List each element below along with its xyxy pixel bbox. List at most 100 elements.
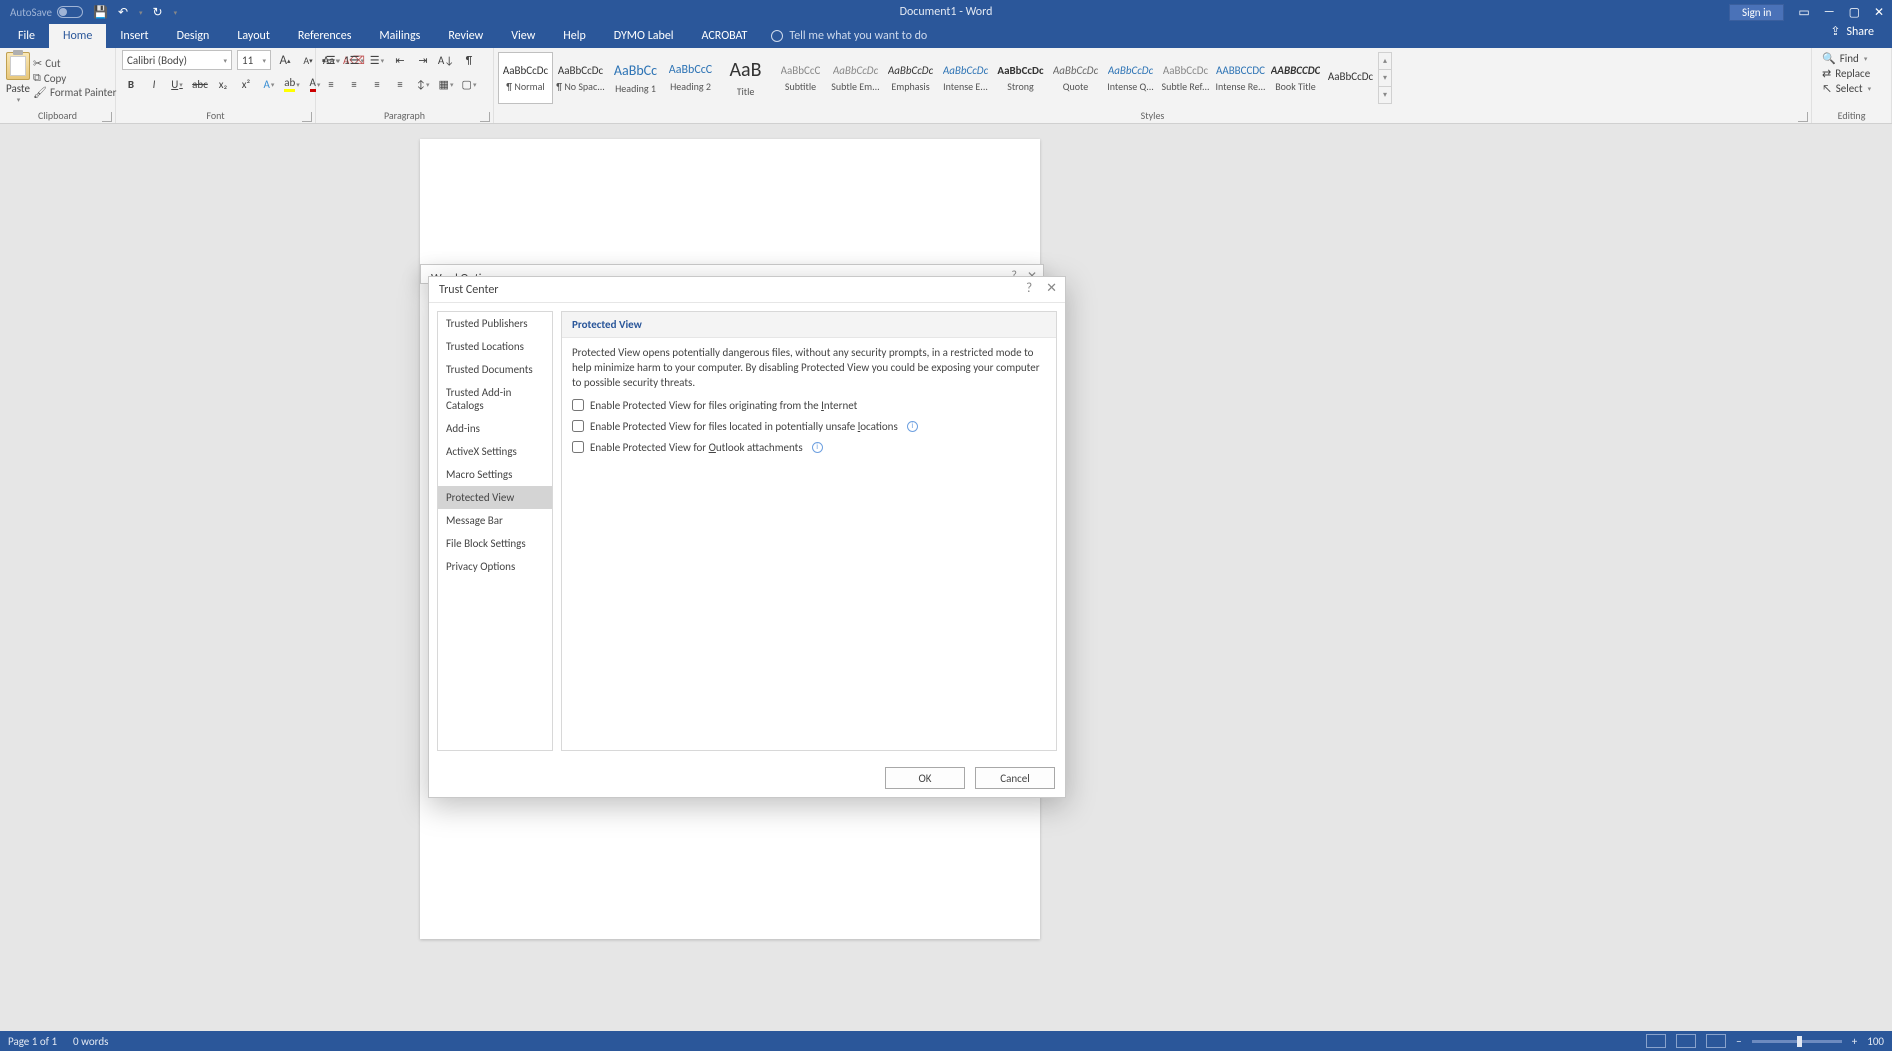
align-right-button[interactable]: ≡ [368, 74, 386, 94]
cancel-button[interactable]: Cancel [975, 767, 1055, 789]
nav-privacy-options[interactable]: Privacy Options [438, 555, 552, 578]
info-icon[interactable]: i [812, 442, 823, 453]
style-item[interactable]: AABBCCDCIntense Re... [1213, 52, 1268, 104]
nav-activex-settings[interactable]: ActiveX Settings [438, 440, 552, 463]
style-item[interactable]: AaBbCcDcIntense Q... [1103, 52, 1158, 104]
decrease-indent-button[interactable]: ⇤ [391, 50, 409, 70]
paste-button[interactable]: Paste ▾ [6, 52, 30, 104]
shading-button[interactable]: ▦▾ [437, 74, 455, 94]
clipboard-launcher-icon[interactable] [102, 112, 112, 122]
underline-button[interactable]: U▾ [168, 74, 186, 94]
tab-file[interactable]: File [4, 24, 49, 48]
italic-button[interactable]: I [145, 74, 163, 94]
styles-launcher-icon[interactable] [1798, 112, 1808, 122]
qat-customize-icon[interactable]: ▾ [174, 8, 178, 17]
style-item[interactable]: AaBTitle [718, 52, 773, 104]
cut-button[interactable]: ✂Cut [33, 57, 116, 70]
strikethrough-button[interactable]: abc [191, 74, 209, 94]
ribbon-options-icon[interactable]: ▭ [1798, 5, 1809, 20]
grow-font-button[interactable]: A▴ [276, 50, 294, 70]
style-item[interactable]: AaBbCcDc¶ Normal [498, 52, 553, 104]
numbering-button[interactable]: 1☰▾ [345, 50, 363, 70]
style-item[interactable]: AaBbCcDcSubtle Ref... [1158, 52, 1213, 104]
zoom-level[interactable]: 100 [1867, 1035, 1884, 1048]
page-indicator[interactable]: Page 1 of 1 [8, 1035, 57, 1048]
paragraph-launcher-icon[interactable] [480, 112, 490, 122]
help-icon[interactable]: ? [1026, 281, 1032, 296]
nav-trusted-locations[interactable]: Trusted Locations [438, 335, 552, 358]
undo-icon[interactable]: ↶ [118, 5, 128, 20]
style-item[interactable]: AaBbCcDcSubtle Em... [828, 52, 883, 104]
print-layout-button[interactable] [1676, 1034, 1696, 1048]
word-count[interactable]: 0 words [73, 1035, 108, 1048]
replace-button[interactable]: ⇄Replace [1822, 67, 1870, 80]
style-item[interactable]: AABBCCDCBook Title [1268, 52, 1323, 104]
nav-trusted-publishers[interactable]: Trusted Publishers [438, 312, 552, 335]
maximize-icon[interactable]: ▢ [1849, 5, 1860, 20]
tab-home[interactable]: Home [49, 24, 106, 48]
tab-acrobat[interactable]: ACROBAT [688, 24, 762, 48]
tab-design[interactable]: Design [163, 24, 224, 48]
tab-review[interactable]: Review [434, 24, 497, 48]
checkbox-pv-internet[interactable]: Enable Protected View for files originat… [572, 399, 1046, 412]
close-icon[interactable]: ✕ [1046, 281, 1057, 296]
checkbox-pv-outlook[interactable]: Enable Protected View for Outlook attach… [572, 441, 1046, 454]
autosave-toggle[interactable]: AutoSave [10, 6, 83, 19]
font-name-select[interactable]: Calibri (Body)▾ [122, 50, 232, 70]
font-launcher-icon[interactable] [302, 112, 312, 122]
nav-message-bar[interactable]: Message Bar [438, 509, 552, 532]
find-button[interactable]: 🔍Find▾ [1822, 52, 1867, 65]
highlight-button[interactable]: ab▾ [283, 74, 301, 94]
select-button[interactable]: ↖Select▾ [1822, 82, 1871, 95]
undo-dropdown-icon[interactable]: ▾ [139, 8, 143, 17]
bullets-button[interactable]: ▪☰▾ [322, 50, 340, 70]
superscript-button[interactable]: x² [237, 74, 255, 94]
checkbox-input[interactable] [572, 420, 584, 432]
tab-dymo[interactable]: DYMO Label [600, 24, 688, 48]
sort-button[interactable]: A↓ [437, 50, 455, 70]
align-left-button[interactable]: ≡ [322, 74, 340, 94]
nav-protected-view[interactable]: Protected View [438, 486, 552, 509]
increase-indent-button[interactable]: ⇥ [414, 50, 432, 70]
style-item[interactable]: AaBbCcDcQuote [1048, 52, 1103, 104]
font-size-select[interactable]: 11▾ [237, 50, 271, 70]
borders-button[interactable]: ▢▾ [460, 74, 478, 94]
tab-references[interactable]: References [284, 24, 366, 48]
tab-mailings[interactable]: Mailings [365, 24, 434, 48]
style-item[interactable]: AaBbCcHeading 1 [608, 52, 663, 104]
nav-macro-settings[interactable]: Macro Settings [438, 463, 552, 486]
expand-icon[interactable]: ▾ [1379, 87, 1391, 103]
info-icon[interactable]: i [907, 421, 918, 432]
tell-me-search[interactable]: Tell me what you want to do [771, 24, 927, 48]
style-item[interactable]: AaBbCcDcEmphasis [883, 52, 938, 104]
nav-addins[interactable]: Add-ins [438, 417, 552, 440]
checkbox-input[interactable] [572, 441, 584, 453]
style-item[interactable]: AaBbCcDc¶ No Spac... [553, 52, 608, 104]
sign-in-button[interactable]: Sign in [1729, 4, 1784, 21]
save-icon[interactable]: 💾 [93, 5, 108, 20]
style-item[interactable]: AaBbCcDcIntense E... [938, 52, 993, 104]
style-item[interactable]: AaBbCcDcStrong [993, 52, 1048, 104]
tab-view[interactable]: View [497, 24, 549, 48]
nav-trusted-addin-catalogs[interactable]: Trusted Add-in Catalogs [438, 381, 552, 417]
zoom-out-button[interactable]: − [1736, 1035, 1741, 1048]
up-icon[interactable]: ▴ [1379, 53, 1391, 70]
justify-button[interactable]: ≡ [391, 74, 409, 94]
ok-button[interactable]: OK [885, 767, 965, 789]
web-layout-button[interactable] [1706, 1034, 1726, 1048]
style-item[interactable]: AaBbCcDc [1323, 52, 1378, 104]
zoom-in-button[interactable]: + [1852, 1035, 1857, 1048]
align-center-button[interactable]: ≡ [345, 74, 363, 94]
format-painter-button[interactable]: 🖌Format Painter [33, 86, 116, 99]
copy-button[interactable]: ⧉Copy [33, 71, 116, 85]
styles-gallery-more[interactable]: ▴▾▾ [1378, 52, 1392, 104]
style-item[interactable]: AaBbCcCHeading 2 [663, 52, 718, 104]
paste-dropdown-icon[interactable]: ▾ [17, 95, 21, 104]
nav-file-block-settings[interactable]: File Block Settings [438, 532, 552, 555]
style-item[interactable]: AaBbCcCSubtitle [773, 52, 828, 104]
multilevel-button[interactable]: ☰▾ [368, 50, 386, 70]
line-spacing-button[interactable]: ↕▾ [414, 74, 432, 94]
tab-help[interactable]: Help [549, 24, 600, 48]
shrink-font-button[interactable]: A▾ [299, 50, 317, 70]
minimize-icon[interactable]: — [1824, 5, 1835, 19]
